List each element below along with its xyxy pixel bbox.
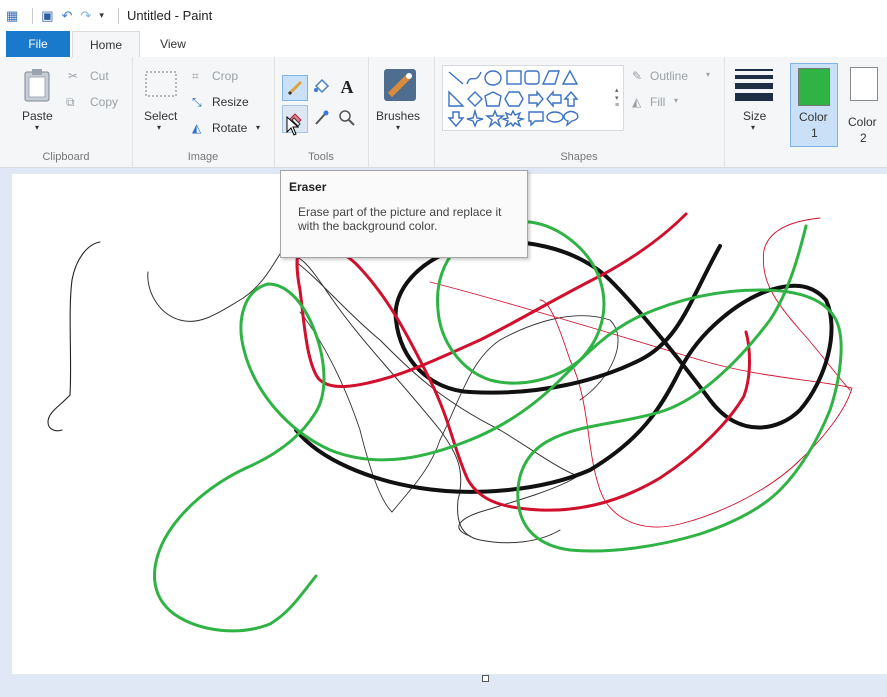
title-bar: ▦ ▣ ↶ ↷ ▾ Untitled - Paint	[0, 0, 887, 31]
shapes-scroll-icon[interactable]: ▴ ▾ ≡	[612, 65, 622, 129]
color2-label: Color	[848, 115, 877, 129]
cut-button[interactable]: Cut	[90, 69, 109, 83]
tools-group-label: Tools	[308, 151, 334, 163]
thin-black-stroke	[299, 311, 619, 513]
scissors-icon: ✂	[68, 69, 79, 83]
thin-black-stroke	[47, 241, 101, 432]
crop-icon: ⌗	[192, 69, 199, 83]
select-icon[interactable]	[144, 69, 178, 99]
color1-number: 1	[811, 126, 818, 140]
color1-swatch[interactable]	[798, 68, 830, 106]
outline-icon: ✎	[632, 69, 643, 83]
shapes-group-label: Shapes	[560, 151, 598, 163]
copy-icon: ⧉	[66, 95, 75, 109]
brushes-button[interactable]: Brushes	[376, 109, 420, 123]
resize-button[interactable]: Resize	[212, 95, 249, 109]
color2-swatch[interactable]	[850, 67, 878, 101]
brush-icon[interactable]	[382, 67, 418, 103]
tab-view[interactable]: View	[140, 31, 206, 57]
color1-group[interactable]: Color 1	[790, 63, 838, 147]
ribbon: Paste ▾ ✂ Cut ⧉ Copy Clipboard Select ▾ …	[0, 57, 887, 168]
paste-dropdown-icon[interactable]: ▾	[35, 123, 39, 132]
rotate-button[interactable]: Rotate	[212, 121, 247, 135]
tooltip-description: Erase part of the picture and replace it…	[298, 205, 502, 233]
outline-button[interactable]: Outline	[650, 69, 688, 83]
black-loop-stroke	[294, 240, 834, 494]
brushes-dropdown-icon[interactable]: ▾	[396, 123, 400, 132]
separator	[32, 7, 34, 24]
shapes-group: ▴ ▾ ≡ ✎ Outline ▾ ◭ Fill ▾ Shapes	[434, 57, 725, 167]
color-picker-icon[interactable]	[310, 105, 332, 131]
tab-home[interactable]: Home	[72, 31, 140, 58]
color2-group[interactable]: Color 2	[842, 63, 887, 145]
size-icon[interactable]	[734, 67, 774, 103]
image-group-label: Image	[187, 151, 219, 163]
size-button[interactable]: Size	[743, 109, 766, 123]
pencil-icon[interactable]	[282, 75, 308, 101]
size-dropdown-icon[interactable]: ▾	[751, 123, 755, 132]
eraser-tooltip: Eraser Erase part of the picture and rep…	[280, 170, 528, 258]
fill-dropdown-icon[interactable]: ▾	[674, 96, 678, 105]
shapes-gallery[interactable]	[442, 65, 624, 131]
select-dropdown-icon[interactable]: ▾	[157, 123, 161, 132]
separator	[117, 7, 119, 24]
copy-button[interactable]: Copy	[90, 95, 118, 109]
crop-button[interactable]: Crop	[212, 69, 238, 83]
thin-red-stroke	[762, 217, 851, 391]
redo-icon[interactable]: ↷	[81, 8, 92, 24]
brushes-group: Brushes ▾	[368, 57, 435, 167]
color1-label: Color	[799, 110, 828, 124]
outline-dropdown-icon[interactable]: ▾	[706, 70, 710, 79]
text-tool-icon[interactable]: A	[336, 75, 358, 99]
image-group: Select ▾ ⌗ Crop ⤡ Resize ◭ Rotate ▾ Imag…	[132, 57, 275, 167]
clipboard-group-label: Clipboard	[42, 151, 90, 163]
fill-button[interactable]: Fill	[650, 95, 665, 109]
size-group: Size ▾	[724, 57, 786, 167]
resize-icon: ⤡	[192, 95, 202, 109]
paint-app-icon[interactable]: ▦	[6, 8, 18, 24]
clipboard-group: Paste ▾ ✂ Cut ⧉ Copy Clipboard	[0, 57, 133, 167]
mouse-cursor-icon	[286, 115, 300, 139]
save-icon[interactable]: ▣	[41, 8, 53, 24]
ribbon-tabs: File Home View	[0, 31, 887, 58]
canvas-resize-handle[interactable]	[482, 675, 489, 682]
paste-icon[interactable]	[22, 67, 52, 103]
paste-button[interactable]: Paste	[22, 109, 53, 123]
fill-icon: ◭	[632, 95, 642, 109]
customize-toolbar-icon[interactable]: ▾	[99, 10, 104, 21]
green-stroke	[153, 224, 843, 633]
tab-file[interactable]: File	[6, 31, 70, 57]
magnifier-icon[interactable]	[336, 105, 358, 131]
rotate-dropdown-icon[interactable]: ▾	[256, 123, 260, 132]
tooltip-title: Eraser	[289, 180, 327, 194]
window-title: Untitled - Paint	[126, 8, 213, 23]
fill-bucket-icon[interactable]	[310, 75, 332, 99]
select-button[interactable]: Select	[144, 109, 177, 123]
undo-icon[interactable]: ↶	[62, 8, 73, 24]
tools-group: A Tools	[274, 57, 369, 167]
color2-number: 2	[860, 131, 867, 145]
thin-black-stroke	[147, 253, 561, 544]
quick-access-toolbar: ▦ ▣ ↶ ↷ ▾	[6, 7, 127, 24]
rotate-icon: ◭	[192, 121, 202, 135]
